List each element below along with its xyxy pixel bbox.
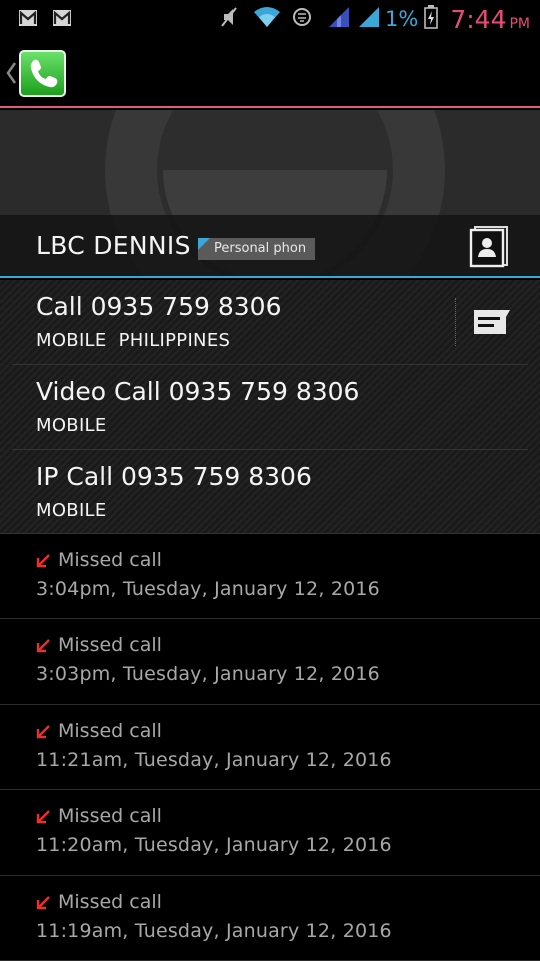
missed-call-arrow-icon (35, 895, 51, 915)
contact-name-bar: LBC DENNIS Personal phon (0, 215, 540, 278)
contact-actions: Call 0935 759 8306 MOBILE PHILIPPINES Vi… (0, 280, 540, 534)
signal-icon (357, 6, 381, 32)
call-type-label: Missed call (58, 634, 162, 657)
ip-call-action-row[interactable]: IP Call 0935 759 8306 MOBILE (0, 450, 540, 535)
mute-icon (219, 5, 239, 33)
divider (455, 298, 456, 346)
message-icon[interactable] (472, 308, 512, 340)
ip-call-action-label: IP Call 0935 759 8306 (36, 462, 312, 491)
video-call-action-row[interactable]: Video Call 0935 759 8306 MOBILE (0, 365, 540, 450)
signal-icon (327, 6, 351, 32)
call-log-row[interactable]: Missed call 11:19am, Tuesday, January 12… (0, 876, 540, 961)
call-log-row[interactable]: Missed call 11:21am, Tuesday, January 12… (0, 705, 540, 791)
gmail-icon (18, 9, 38, 31)
call-action-row[interactable]: Call 0935 759 8306 MOBILE PHILIPPINES (0, 280, 540, 365)
battery-icon (424, 5, 439, 33)
contact-name: LBC DENNIS (36, 231, 191, 260)
video-call-action-subtitle: MOBILE (36, 415, 107, 436)
wifi-icon (253, 6, 281, 32)
video-call-action-label: Video Call 0935 759 8306 (36, 377, 360, 406)
status-bar: 1% 7:44 PM (0, 0, 540, 38)
missed-call-arrow-icon (35, 638, 51, 658)
account-badge: Personal phon (198, 238, 316, 260)
call-timestamp: 3:03pm, Tuesday, January 12, 2016 (36, 663, 380, 686)
battery-percent: 1% (385, 7, 419, 31)
call-type-label: Missed call (58, 719, 162, 742)
call-action-label: Call 0935 759 8306 (36, 292, 282, 321)
action-bar (0, 38, 540, 108)
call-type-label: Missed call (58, 890, 162, 913)
back-chevron-icon[interactable] (5, 60, 17, 90)
contact-card-icon[interactable] (469, 226, 509, 272)
missed-call-arrow-icon (35, 809, 51, 829)
call-timestamp: 11:19am, Tuesday, January 12, 2016 (36, 919, 392, 942)
clock: 7:44 PM (450, 4, 530, 34)
ip-call-action-subtitle: MOBILE (36, 500, 107, 521)
missed-call-arrow-icon (35, 724, 51, 744)
gmail-icon (52, 9, 72, 31)
call-timestamp: 11:21am, Tuesday, January 12, 2016 (36, 748, 392, 771)
call-action-subtitle: MOBILE PHILIPPINES (36, 330, 231, 351)
sync-icon (291, 5, 313, 33)
call-type-label: Missed call (58, 549, 162, 571)
call-timestamp: 3:04pm, Tuesday, January 12, 2016 (36, 578, 380, 600)
call-log-row[interactable]: Missed call 3:04pm, Tuesday, January 12,… (0, 534, 540, 620)
call-history-list: Missed call 3:04pm, Tuesday, January 12,… (0, 534, 540, 961)
missed-call-arrow-icon (35, 553, 51, 573)
call-type-label: Missed call (58, 805, 162, 828)
call-log-row[interactable]: Missed call 11:20am, Tuesday, January 12… (0, 790, 540, 876)
call-log-row[interactable]: Missed call 3:03pm, Tuesday, January 12,… (0, 619, 540, 705)
call-timestamp: 11:20am, Tuesday, January 12, 2016 (36, 834, 392, 857)
phone-icon[interactable] (19, 50, 66, 97)
